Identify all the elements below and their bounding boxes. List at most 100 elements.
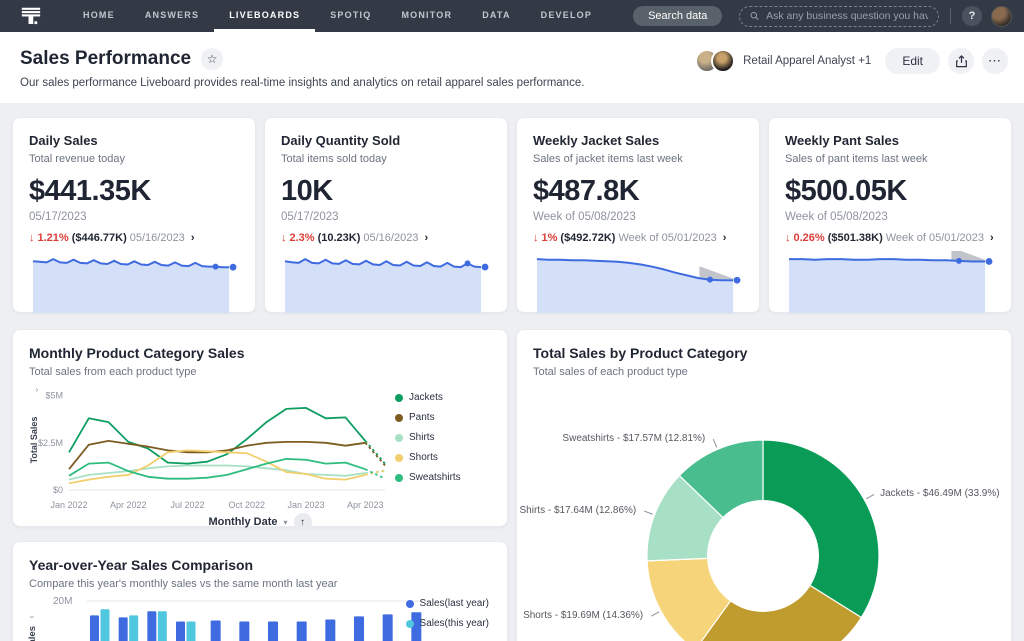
star-icon: ☆: [207, 52, 218, 66]
legend-item-sales-this-year-[interactable]: Sales(this year): [406, 618, 489, 629]
donut-slice-label-jackets: Jackets - $46.49M (33.9%): [880, 488, 1000, 499]
kpi-title: Weekly Pant Sales: [785, 133, 995, 148]
kpi-value: $441.35K: [29, 175, 239, 208]
svg-text:›: ›: [36, 385, 39, 394]
change-previous-date: 05/16/2023: [363, 232, 418, 244]
legend-dot: [406, 600, 414, 608]
kpi-date: Week of 05/08/2023: [785, 211, 995, 223]
search-data-button[interactable]: Search data: [633, 6, 722, 26]
axis-collapse-icon[interactable]: ›: [28, 616, 38, 619]
donut-chart[interactable]: Jackets - $46.49M (33.9%) Shorts - $19.69…: [517, 330, 1011, 641]
legend-label: Shorts: [409, 452, 438, 463]
kpi-date: 05/17/2023: [29, 211, 239, 223]
svg-text:Total Sales: Total Sales: [29, 417, 39, 464]
search-icon: [750, 11, 759, 21]
svg-text:Apr 2023: Apr 2023: [347, 500, 384, 510]
nav-item-liveboards[interactable]: LIVEBOARDS: [214, 0, 315, 32]
legend-item-sweatshirts[interactable]: Sweatshirts: [395, 472, 461, 483]
monthly-line-chart[interactable]: $0$2.5M$5MJan 2022Apr 2022Jul 2022Oct 20…: [29, 380, 393, 517]
legend-dot: [395, 454, 403, 462]
chevron-right-icon[interactable]: ›: [990, 232, 994, 244]
kpi-sparkline[interactable]: [281, 251, 491, 313]
help-button[interactable]: ?: [962, 6, 982, 26]
kpi-subtitle: Sales of pant items last week: [785, 153, 995, 165]
yoy-sales-comparison-card: Year-over-Year Sales Comparison Compare …: [12, 541, 508, 641]
nav-item-data[interactable]: DATA: [467, 0, 525, 32]
x-axis-label[interactable]: Monthly Date: [208, 516, 277, 528]
nav-item-monitor[interactable]: MONITOR: [386, 0, 467, 32]
share-icon: [955, 55, 968, 68]
chart-subtitle: Compare this year's monthly sales vs the…: [29, 578, 491, 590]
legend-item-sales-last-year-[interactable]: Sales(last year): [406, 598, 489, 609]
legend-dot: [395, 474, 403, 482]
kpi-change-row: ↓ 1.21% ($446.77K) 05/16/2023 ›: [29, 232, 239, 244]
y-axis-tick: 20M: [53, 596, 72, 607]
chevron-right-icon[interactable]: ›: [191, 232, 195, 244]
change-percent: 1%: [542, 232, 558, 244]
nav-item-home[interactable]: HOME: [68, 0, 130, 32]
avatar: [711, 49, 735, 73]
legend-item-shorts[interactable]: Shorts: [395, 452, 461, 463]
kpi-sparkline[interactable]: [785, 251, 995, 313]
legend-label: Sweatshirts: [409, 472, 461, 483]
down-arrow-icon: ↓: [29, 232, 35, 244]
kpi-date: 05/17/2023: [281, 211, 491, 223]
kpi-subtitle: Total revenue today: [29, 153, 239, 165]
down-arrow-icon: ↓: [785, 232, 791, 244]
chart-legend: Sales(last year) Sales(this year): [406, 598, 489, 629]
kpi-change-row: ↓ 1% ($492.72K) Week of 05/01/2023 ›: [533, 232, 743, 244]
thoughtspot-logo-icon[interactable]: [20, 5, 42, 27]
change-previous-date: Week of 05/01/2023: [618, 232, 716, 244]
svg-text:Jan 2023: Jan 2023: [287, 500, 324, 510]
chart-legend: Jackets Pants Shirts Shorts Sweatshirts: [395, 380, 461, 517]
authors-label: Retail Apparel Analyst +1: [743, 55, 871, 67]
chevron-right-icon[interactable]: ›: [424, 232, 428, 244]
kpi-value: $500.05K: [785, 175, 995, 208]
change-previous-date: Week of 05/01/2023: [886, 232, 984, 244]
monthly-category-sales-card: Monthly Product Category Sales Total sal…: [12, 329, 508, 527]
donut-slice-label-shorts: Shorts - $19.69M (14.36%): [523, 610, 643, 621]
ask-question-input[interactable]: [766, 10, 928, 22]
change-percent: 1.21%: [38, 232, 69, 244]
kpi-card-2: Weekly Jacket Sales Sales of jacket item…: [516, 117, 760, 313]
change-previous-value: (10.23K): [318, 232, 361, 244]
legend-item-shirts[interactable]: Shirts: [395, 432, 461, 443]
legend-item-jackets[interactable]: Jackets: [395, 392, 461, 403]
svg-text:Jan 2022: Jan 2022: [50, 500, 87, 510]
chevron-down-icon[interactable]: ▾: [284, 518, 288, 527]
nav-item-answers[interactable]: ANSWERS: [130, 0, 214, 32]
ask-question-input-wrap[interactable]: [739, 6, 939, 27]
change-previous-value: ($492.72K): [560, 232, 615, 244]
total-sales-by-category-card: Total Sales by Product Category Total sa…: [516, 329, 1012, 641]
change-previous-value: ($501.38K): [828, 232, 883, 244]
chevron-right-icon[interactable]: ›: [723, 232, 727, 244]
top-nav: HOMEANSWERSLIVEBOARDSSPOTIQMONITORDATADE…: [0, 0, 1024, 32]
kpi-sparkline[interactable]: [533, 251, 743, 313]
kpi-value: $487.8K: [533, 175, 743, 208]
legend-dot: [395, 434, 403, 442]
kpi-change-row: ↓ 0.26% ($501.38K) Week of 05/01/2023 ›: [785, 232, 995, 244]
down-arrow-icon: ↓: [281, 232, 287, 244]
kpi-title: Daily Sales: [29, 133, 239, 148]
sort-ascending-button[interactable]: ↑: [294, 513, 312, 531]
kpi-subtitle: Sales of jacket items last week: [533, 153, 743, 165]
edit-button[interactable]: Edit: [885, 48, 940, 74]
yoy-bar-chart[interactable]: [87, 598, 431, 641]
kpi-sparkline[interactable]: [29, 251, 239, 313]
kpi-value: 10K: [281, 175, 491, 208]
legend-label: Sales(this year): [420, 618, 489, 629]
nav-item-develop[interactable]: DEVELOP: [526, 0, 607, 32]
kpi-title: Daily Quantity Sold: [281, 133, 491, 148]
svg-text:$0: $0: [53, 485, 63, 495]
favorite-star-button[interactable]: ☆: [201, 48, 223, 70]
svg-text:Apr 2022: Apr 2022: [110, 500, 147, 510]
user-avatar[interactable]: [991, 6, 1012, 27]
kpi-change-row: ↓ 2.3% (10.23K) 05/16/2023 ›: [281, 232, 491, 244]
more-options-button[interactable]: ⋯: [982, 48, 1008, 74]
change-previous-date: 05/16/2023: [130, 232, 185, 244]
page-title: Sales Performance: [20, 48, 191, 70]
nav-item-spotiq[interactable]: SPOTIQ: [315, 0, 386, 32]
legend-item-pants[interactable]: Pants: [395, 412, 461, 423]
nav-menu: HOMEANSWERSLIVEBOARDSSPOTIQMONITORDATADE…: [68, 0, 607, 32]
share-button[interactable]: [948, 48, 974, 74]
